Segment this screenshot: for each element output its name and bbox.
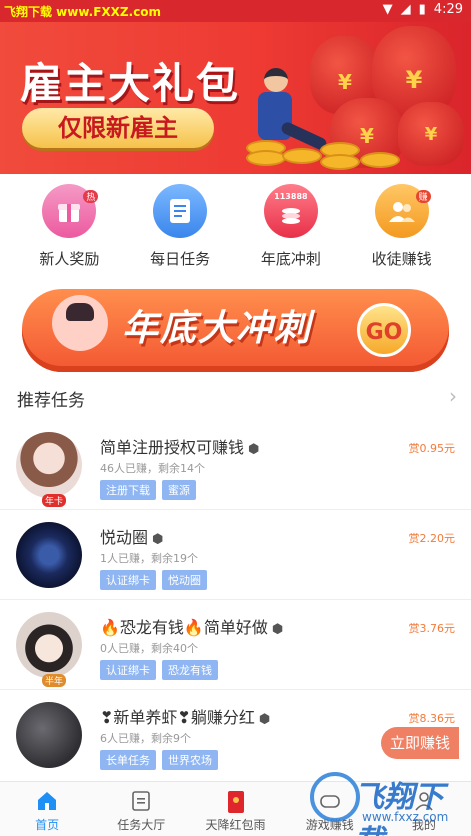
coin-icon [246,150,286,166]
grid-item-label: 每日任务 [150,250,211,268]
task-tag: 蜜源 [162,480,196,500]
task-title: 悦动圈 ⬢ [100,528,164,547]
task-avatar [16,432,82,498]
task-avatar [16,522,82,588]
task-tag: 世界农场 [162,750,218,770]
section-title: 推荐任务 [17,391,85,411]
task-reward: 赏2.20元 [408,532,456,545]
go-button[interactable]: GO [357,303,411,357]
task-tags: 认证绑卡 悦动圈 [100,570,207,590]
coin-icon [320,154,360,170]
task-title: 🔥恐龙有钱🔥简单好做 ⬢ [100,618,284,637]
task-tag: 注册下载 [100,480,156,500]
grid-item-label: 新人奖励 [39,250,100,268]
grid-item-recruit-earn[interactable]: 赚 收徒赚钱 [357,184,447,274]
banner-title: 雇主大礼包 [20,59,241,108]
task-tag: 悦动圈 [162,570,207,590]
signal-icon: ◢ [400,2,411,17]
team-icon: 赚 [374,184,431,238]
avatar-badge: 年卡 [42,494,67,507]
earn-badge: 赚 [415,190,431,203]
promo-banner[interactable]: 年底大冲刺 GO [22,289,449,372]
task-row[interactable]: 年卡 简单注册授权可赚钱 ⬢ 赏0.95元 46人已赚，剩余14个 注册下载 蜜源 [0,420,471,510]
task-row[interactable]: 半年 🔥恐龙有钱🔥简单好做 ⬢ 赏3.76元 0人已赚，剩余40个 认证绑卡 恐龙… [0,600,471,690]
quick-entry-grid: 热 新人奖励 每日任务 113888 年底冲刺 赚 收徒赚钱 [0,184,471,274]
site-watermark: 飞翔下载 www.fxxz.com [310,768,460,836]
android-apple-icon: ⬢ [248,442,260,457]
gift-icon: 热 [42,184,99,238]
earn-now-button[interactable]: 立即赚钱 [381,727,459,759]
chevron-right-icon[interactable]: › [449,384,457,408]
nav-label: 天降红包雨 [205,818,266,832]
rocket-girl-icon [52,295,108,351]
task-stats: 0人已赚，剩余40个 [100,642,198,655]
grid-item-daily-task[interactable]: 每日任务 [135,184,225,274]
task-reward: 赏8.36元 [408,712,456,725]
promo-text: 年底大冲刺 [122,308,313,349]
hero-banner[interactable]: 雇主大礼包 仅限新雇主 ¥ ¥ ¥ ¥ [0,22,471,174]
wifi-icon: ▼ [382,2,393,17]
nav-item-task-hall[interactable]: 任务大厅 [94,782,188,836]
coin-icon [282,148,322,164]
status-watermark: 飞翔下载 www.FXXZ.com [4,5,162,19]
task-tags: 注册下载 蜜源 [100,480,196,500]
grid-item-year-end-sprint[interactable]: 113888 年底冲刺 [246,184,336,274]
task-row[interactable]: 悦动圈 ⬢ 赏2.20元 1人已赚，剩余19个 认证绑卡 悦动圈 [0,510,471,600]
task-title: ❣新单养虾❣躺赚分红 ⬢ [100,708,271,727]
watermark-text: 飞翔下载 [354,780,444,836]
status-icons: ▼ ◢ ▮ 4:29 [383,2,463,17]
grid-item-newcomer-reward[interactable]: 热 新人奖励 [24,184,114,274]
document-icon [130,790,152,812]
grid-figure: 113888 [274,192,308,201]
battery-icon: ▮ [418,2,426,17]
task-tag: 认证绑卡 [100,660,156,680]
grid-item-label: 年底冲刺 [260,250,321,268]
watermark-logo-icon [310,772,360,822]
android-apple-icon: ⬢ [271,622,284,637]
nav-label: 首页 [35,818,60,832]
checklist-icon [153,184,208,238]
grid-item-label: 收徒赚钱 [371,250,432,268]
watermark-url: www.fxxz.com [362,810,449,824]
red-envelope-icon [225,790,247,813]
coin-stack-icon: 113888 [263,184,318,238]
status-time: 4:29 [433,2,463,17]
task-stats: 6人已赚，剩余9个 [100,732,191,745]
task-reward: 赏3.76元 [408,622,456,635]
task-tag: 长单任务 [100,750,156,770]
nav-item-home[interactable]: 首页 [0,782,94,836]
nav-item-red-envelope-rain[interactable]: 天降红包雨 [188,782,282,836]
task-title: 简单注册授权可赚钱 ⬢ [100,438,260,457]
task-reward: 赏0.95元 [408,442,456,455]
android-apple-icon: ⬢ [152,532,164,547]
android-apple-icon: ⬢ [258,712,271,727]
money-bag-icon: ¥ [398,102,464,166]
person-head [264,68,288,92]
recommended-tasks-header[interactable]: 推荐任务 › [0,384,471,411]
task-tags: 认证绑卡 恐龙有钱 [100,660,218,680]
task-tag: 认证绑卡 [100,570,156,590]
home-icon [36,790,58,812]
avatar-badge: 半年 [42,674,67,687]
task-tag: 恐龙有钱 [162,660,218,680]
task-stats: 1人已赚，剩余19个 [100,552,198,565]
task-avatar [16,612,82,678]
task-stats: 46人已赚，剩余14个 [100,462,205,475]
task-tags: 长单任务 世界农场 [100,750,218,770]
nav-label: 任务大厅 [117,818,166,832]
coin-icon [360,152,400,168]
banner-subtitle: 仅限新雇主 [22,108,214,148]
hot-badge: 热 [83,190,99,203]
task-list: 年卡 简单注册授权可赚钱 ⬢ 赏0.95元 46人已赚，剩余14个 注册下载 蜜源… [0,420,471,780]
task-avatar [16,702,82,768]
status-bar: 飞翔下载 www.FXXZ.com ▼ ◢ ▮ 4:29 [0,0,471,22]
